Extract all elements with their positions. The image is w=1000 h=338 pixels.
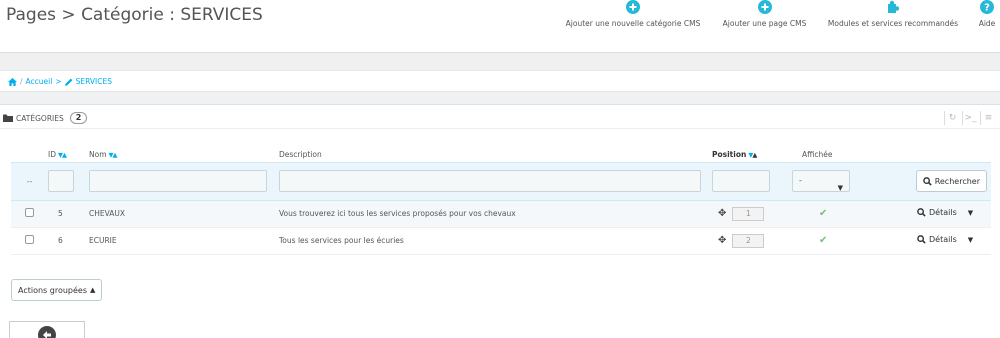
column-name-label: Nom xyxy=(89,150,107,160)
breadcrumb: / Accueil > SERVICES xyxy=(8,77,112,86)
check-icon[interactable]: ✔ xyxy=(819,208,827,219)
column-position-label: Position xyxy=(712,150,747,160)
filter-row: -- - ▼ Rechercher xyxy=(11,161,991,201)
sort-arrows-icon[interactable]: ▼▲ xyxy=(58,151,67,159)
sort-arrows-icon[interactable]: ▼▲ xyxy=(748,151,757,159)
footer-back-button[interactable] xyxy=(9,321,85,338)
table-header-row: ID ▼▲ Nom ▼▲ Description Position ▼▲ Affich… xyxy=(11,148,991,162)
breadcrumb-arrow: > xyxy=(55,77,62,86)
home-icon[interactable] xyxy=(8,77,17,86)
zoom-in-icon xyxy=(917,235,926,244)
column-displayed: Affichée xyxy=(802,150,833,160)
question-circle-icon: ? xyxy=(980,0,994,14)
plus-circle-icon xyxy=(626,0,640,14)
category-count-badge: 2 xyxy=(69,112,88,124)
column-id-label: ID xyxy=(48,150,56,160)
refresh-icon[interactable]: ↻ xyxy=(944,111,960,125)
details-button[interactable]: Détails ▼ xyxy=(917,208,973,217)
pencil-icon xyxy=(64,78,73,86)
add-cms-page-button[interactable]: Ajouter une page CMS xyxy=(717,0,812,40)
svg-text:?: ? xyxy=(984,3,990,14)
filter-displayed-value: - xyxy=(799,176,802,185)
row-checkbox[interactable] xyxy=(25,208,34,217)
recommended-modules-button[interactable]: Modules et services recommandés xyxy=(819,0,967,40)
circle-arrow-icon xyxy=(38,326,56,338)
details-label: Détails xyxy=(929,208,957,217)
check-icon[interactable]: ✔ xyxy=(819,235,827,246)
filter-dash: -- xyxy=(11,161,48,201)
drag-move-icon[interactable]: ✥ xyxy=(718,235,726,246)
recommended-modules-label: Modules et services recommandés xyxy=(827,19,959,28)
breadcrumb-separator: / xyxy=(20,77,23,86)
caret-down-icon: ▼ xyxy=(837,184,843,192)
help-label: Aide xyxy=(978,19,996,28)
search-button[interactable]: Rechercher xyxy=(915,170,987,192)
help-button[interactable]: ? Aide xyxy=(975,0,999,40)
caret-down-icon[interactable]: ▼ xyxy=(968,236,973,244)
bulk-actions-button[interactable]: Actions groupées ▲ xyxy=(11,279,103,301)
search-button-label: Rechercher xyxy=(934,176,980,186)
sort-arrows-icon[interactable]: ▼▲ xyxy=(109,151,118,159)
breadcrumb-bar: / Accueil > SERVICES xyxy=(0,70,1000,92)
database-icon[interactable]: ≡ xyxy=(980,111,996,125)
categories-panel: CATÉGORIES 2 ↻ >_ ≡ ID ▼▲ Nom ▼▲ Descripti… xyxy=(0,104,1000,338)
folder-icon xyxy=(3,114,13,122)
table-row[interactable]: 6 ECURIE Tous les services pour les écur… xyxy=(11,227,991,255)
row-description: Tous les services pour les écuries xyxy=(279,227,712,255)
panel-title-text: CATÉGORIES xyxy=(16,113,64,123)
row-description: Vous trouverez ici tous les services pro… xyxy=(279,200,712,228)
column-position[interactable]: Position ▼▲ xyxy=(712,148,792,162)
filter-description-input[interactable] xyxy=(279,170,701,192)
page-title: Pages > Catégorie : SERVICES xyxy=(6,5,263,25)
filter-name-input[interactable] xyxy=(89,170,267,192)
row-id: 5 xyxy=(48,200,89,228)
drag-move-icon[interactable]: ✥ xyxy=(718,208,726,219)
categories-table: ID ▼▲ Nom ▼▲ Description Position ▼▲ Affich… xyxy=(11,148,991,255)
sql-query-icon[interactable]: >_ xyxy=(962,111,978,125)
row-position: 1 xyxy=(732,206,765,221)
add-cms-category-label: Ajouter une nouvelle catégorie CMS xyxy=(565,19,701,28)
breadcrumb-home-link[interactable]: Accueil xyxy=(26,77,53,86)
column-name[interactable]: Nom ▼▲ xyxy=(89,148,279,162)
puzzle-icon xyxy=(888,0,900,13)
filter-id-input[interactable] xyxy=(48,170,74,192)
add-cms-category-button[interactable]: Ajouter une nouvelle catégorie CMS xyxy=(558,0,708,40)
zoom-in-icon xyxy=(917,208,926,217)
bulk-actions-label: Actions groupées xyxy=(18,285,88,295)
row-id: 6 xyxy=(48,227,89,255)
panel-heading: CATÉGORIES 2 ↻ >_ ≡ xyxy=(0,105,1000,129)
filter-position-input[interactable] xyxy=(712,170,770,192)
panel-title: CATÉGORIES 2 xyxy=(3,112,88,124)
row-name: ECURIE xyxy=(89,227,279,255)
column-description: Description xyxy=(279,150,322,160)
caret-down-icon[interactable]: ▼ xyxy=(968,209,973,217)
caret-up-icon: ▲ xyxy=(90,286,96,294)
filter-displayed-select[interactable]: - ▼ xyxy=(792,170,850,192)
add-cms-page-label: Ajouter une page CMS xyxy=(722,19,807,28)
search-icon xyxy=(922,176,932,186)
row-position: 2 xyxy=(732,233,765,248)
panel-tools: ↻ >_ ≡ xyxy=(944,111,996,125)
page-header: Pages > Catégorie : SERVICES Ajouter une… xyxy=(0,0,1000,53)
details-button[interactable]: Détails ▼ xyxy=(917,235,973,244)
header-divider-band xyxy=(0,54,1000,66)
column-id[interactable]: ID ▼▲ xyxy=(48,148,89,162)
details-label: Détails xyxy=(929,235,957,244)
row-checkbox[interactable] xyxy=(25,235,34,244)
table-row[interactable]: 5 CHEVAUX Vous trouverez ici tous les se… xyxy=(11,200,991,228)
row-name: CHEVAUX xyxy=(89,200,279,228)
plus-circle-icon xyxy=(757,0,772,14)
breadcrumb-current[interactable]: SERVICES xyxy=(76,77,112,86)
